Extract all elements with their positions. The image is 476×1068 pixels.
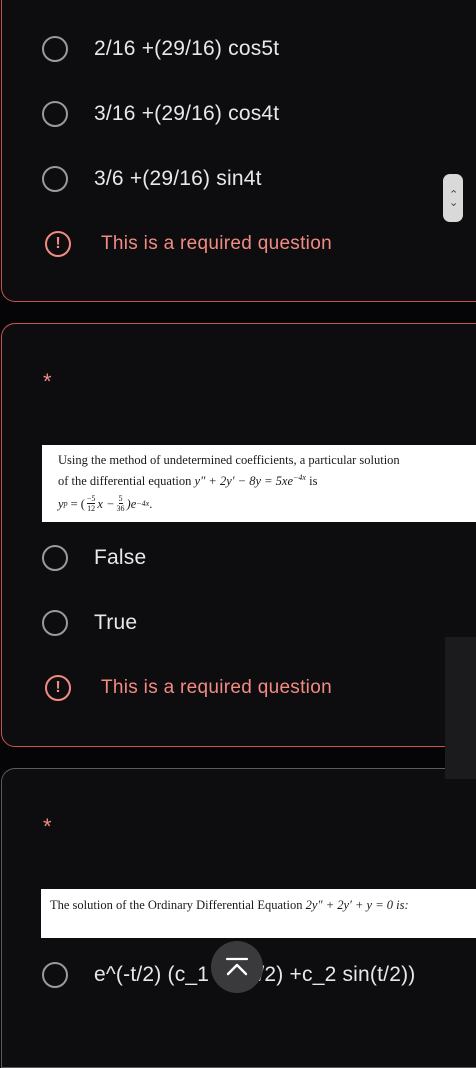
fraction: 5 36 xyxy=(117,494,125,513)
scroll-up-icon[interactable]: ‹ xyxy=(446,190,459,194)
option-label: 3/16 +(29/16) cos4t xyxy=(94,102,280,125)
radio-button[interactable] xyxy=(42,962,68,988)
denominator: 12 xyxy=(87,504,96,514)
radio-option[interactable]: True xyxy=(42,610,137,636)
text: x − xyxy=(97,496,115,511)
option-label: False xyxy=(94,546,147,569)
scroll-down-icon[interactable]: › xyxy=(446,203,459,207)
radio-button[interactable] xyxy=(42,610,68,636)
text: of the differential equation xyxy=(58,474,192,489)
equation: 2y″ + 2y′ + y = 0 is: xyxy=(305,898,409,912)
denominator: 36 xyxy=(116,504,125,514)
option-label-part: (t/2) +c_2 sin(t/2)) xyxy=(245,963,416,986)
option-label: 3/6 +(29/16) sin4t xyxy=(94,167,262,190)
numerator: 5 xyxy=(118,494,123,505)
radio-button[interactable] xyxy=(42,101,68,127)
radio-button[interactable] xyxy=(42,36,68,62)
exclamation-circle-icon: ! xyxy=(45,675,71,701)
text: = ( xyxy=(70,496,85,511)
radio-button[interactable] xyxy=(42,166,68,192)
text: is xyxy=(309,474,318,489)
text: )e xyxy=(126,496,137,511)
question-text-line: of the differential equation y″ + 2y′ − … xyxy=(58,469,476,490)
question-card-2: * Using the method of undetermined coeff… xyxy=(1,323,476,747)
required-error-text: This is a required question xyxy=(101,233,332,254)
exponent: −4x xyxy=(293,473,306,482)
fraction: −5 12 xyxy=(86,494,96,514)
radio-option[interactable]: 2/16 +(29/16) cos5t xyxy=(42,36,279,62)
text: . xyxy=(149,496,153,511)
option-label-part: e^(-t/2) (c_1 xyxy=(94,963,210,986)
question-image: Using the method of undetermined coeffic… xyxy=(42,445,476,522)
question-image: The solution of the Ordinary Differentia… xyxy=(41,889,476,938)
chevron-up-to-top-icon xyxy=(225,957,249,976)
scroll-arrows-icon[interactable]: ‹ › xyxy=(443,174,463,222)
required-error-text: This is a required question xyxy=(101,677,332,698)
radio-option[interactable]: False xyxy=(42,545,146,571)
exponent: −4x xyxy=(136,498,150,508)
option-label: True xyxy=(94,611,138,634)
question-card-1: 2/16 +(29/16) cos5t 3/16 +(29/16) cos4t … xyxy=(1,0,476,302)
scroll-to-top-button[interactable] xyxy=(211,941,263,993)
question-card-3: * The solution of the Ordinary Different… xyxy=(1,768,476,1068)
text: The solution of the Ordinary Differentia… xyxy=(50,898,303,912)
question-text-line: Using the method of undetermined coeffic… xyxy=(58,453,400,467)
question-text-line: The solution of the Ordinary Differentia… xyxy=(50,896,476,914)
option-label: 2/16 +(29/16) cos5t xyxy=(94,37,280,60)
subscript: p xyxy=(63,498,68,508)
radio-option[interactable]: 3/6 +(29/16) sin4t xyxy=(42,166,262,192)
side-panel-strip xyxy=(445,637,476,779)
radio-option[interactable]: 3/16 +(29/16) cos4t xyxy=(42,101,279,127)
numerator: −5 xyxy=(86,494,96,505)
required-error: ! This is a required question xyxy=(45,675,332,701)
required-asterisk: * xyxy=(43,369,52,394)
question-text-line: yp = ( −5 12 x − 5 36 )e −4x. xyxy=(58,494,476,513)
equation: y″ + 2y′ − 8y = 5xe xyxy=(194,474,294,489)
required-asterisk: * xyxy=(43,814,52,839)
radio-button[interactable] xyxy=(42,545,68,571)
required-error: ! This is a required question xyxy=(45,231,332,257)
exclamation-circle-icon: ! xyxy=(45,231,71,257)
